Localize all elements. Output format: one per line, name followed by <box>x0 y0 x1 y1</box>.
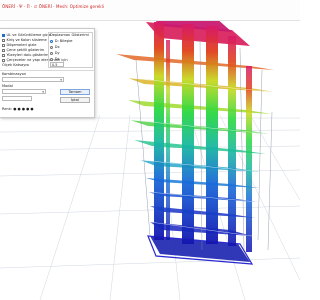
radio-resultant[interactable]: D: Bileşke <box>50 39 73 43</box>
option-label: UL ve Görüntüleme gizle <box>6 33 51 37</box>
mode-label: Modal <box>2 84 13 88</box>
chevron-down-icon: ▾ <box>60 78 62 82</box>
color-legend: Renk: ● ● ● ● ● <box>2 107 34 111</box>
top-toolbar: ÖNERİ · Ψ · Π · ∅ ÖNERİ · Mesh: Optimize… <box>0 0 300 21</box>
legend-text: Renk: ● ● ● ● ● <box>2 107 34 111</box>
toolbar-status-text: ÖNERİ · Ψ · Π · ∅ ÖNERİ · Mesh: Optimize… <box>2 4 105 9</box>
combo-label: Kombinasyon <box>2 72 27 76</box>
scale-label: Ölçek Katsayısı <box>2 63 30 67</box>
chevron-down-icon: ▾ <box>42 90 44 94</box>
divider <box>0 70 94 71</box>
display-group-title: Deplasman Gösterimi <box>50 33 89 37</box>
option-hide-slabs[interactable]: Döşemeleri gizle <box>2 43 36 47</box>
checkbox-icon[interactable] <box>2 53 5 57</box>
option-label: Kiriş ve Kolon süsleme <box>6 38 47 42</box>
ok-button[interactable]: Tamam <box>60 89 90 95</box>
radio-icon[interactable] <box>50 39 54 43</box>
option-label: Yüzeyleri dolu gösterim <box>6 53 49 57</box>
combination-dropdown[interactable]: ▾ <box>2 77 64 82</box>
checkbox-icon[interactable] <box>2 58 5 62</box>
cancel-button[interactable]: İptal <box>60 97 90 103</box>
display-settings-dialog[interactable]: UL ve Görüntüleme gizle Kiriş ve Kolon s… <box>0 28 95 118</box>
radio-dz[interactable]: Dz <box>50 57 59 61</box>
option-label: Döşemeleri gizle <box>6 43 37 47</box>
checkbox-icon[interactable] <box>2 43 5 47</box>
scale-input[interactable]: 0.5 <box>50 62 64 67</box>
columns <box>154 22 252 252</box>
option-beam-column[interactable]: Kiriş ve Kolon süsleme <box>2 38 47 42</box>
option-label: Çene şekilli gösterim <box>6 48 45 52</box>
option-fill-surfaces[interactable]: Yüzeyleri dolu gösterim <box>2 53 48 57</box>
radio-icon[interactable] <box>50 51 54 55</box>
option-hide-ul[interactable]: UL ve Görüntüleme gizle <box>2 33 51 37</box>
step-input[interactable] <box>2 96 32 101</box>
radio-icon[interactable] <box>50 57 54 61</box>
radio-dy[interactable]: Dy <box>50 51 60 55</box>
option-shape-view[interactable]: Çene şekilli gösterim <box>2 48 44 52</box>
checkbox-icon[interactable] <box>2 48 5 52</box>
checkbox-icon[interactable] <box>2 33 5 37</box>
checkbox-icon[interactable] <box>2 38 5 42</box>
radio-icon[interactable] <box>50 45 54 49</box>
radio-dx[interactable]: Dx <box>50 45 60 49</box>
mode-dropdown[interactable]: ▾ <box>2 89 46 94</box>
